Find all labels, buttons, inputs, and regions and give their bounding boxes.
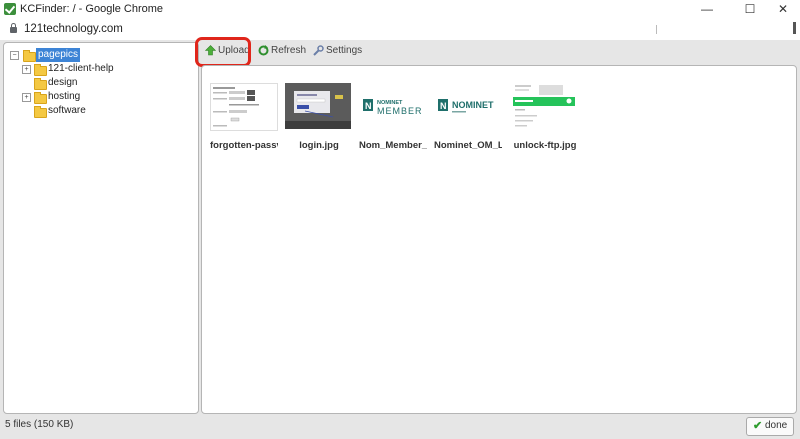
nominet-logo: N NOMINET — [438, 99, 494, 113]
dark-screenshot-thumb — [285, 83, 351, 129]
window-title: KCFinder: / - Google Chrome — [20, 3, 164, 15]
refresh-button[interactable]: Refresh — [258, 42, 306, 60]
close-button[interactable]: ✕ — [766, 0, 800, 19]
maximize-button[interactable]: ☐ — [733, 0, 767, 19]
folder-icon — [34, 92, 47, 104]
folder-icon — [34, 106, 47, 118]
tree-item-label[interactable]: hosting — [48, 90, 80, 104]
nominet-n-glyph: N — [440, 101, 447, 111]
nominet-member-logo: N NOMINET MEMBER — [363, 99, 423, 116]
nominet-word: NOMINET — [452, 100, 494, 110]
file-name[interactable]: unlock-ftp.jpg — [511, 140, 579, 151]
folder-icon — [34, 64, 47, 76]
file-thumbnail[interactable]: N NOMINET — [434, 83, 500, 129]
member-word: MEMBER — [377, 106, 423, 116]
tree-item-label[interactable]: 121-client-help — [48, 62, 114, 76]
file-name[interactable]: Nominet_OM_L — [434, 140, 502, 151]
checkmark-icon: ✔ — [753, 420, 763, 432]
folder-icon — [34, 78, 47, 90]
nominet-n-glyph: N — [365, 101, 372, 111]
file-thumbnail[interactable] — [511, 83, 577, 129]
tree-item-pagepics[interactable]: − pagepics — [8, 48, 128, 62]
file-count-status: 5 files (150 KB) — [5, 419, 74, 430]
done-button[interactable]: ✔ done — [746, 417, 794, 436]
lock-icon — [10, 23, 17, 33]
settings-button[interactable]: Settings — [313, 42, 363, 60]
settings-label: Settings — [326, 45, 363, 56]
kcfinder-app-icon — [4, 3, 16, 15]
files-panel: forgotten-passv login.jpg N NOMINET MEMB… — [201, 65, 797, 414]
minimize-button[interactable]: — — [690, 0, 724, 19]
file-name[interactable]: forgotten-passv — [210, 140, 278, 151]
file-thumbnail[interactable]: N NOMINET MEMBER — [359, 83, 425, 129]
address-bar-divider — [656, 25, 657, 34]
file-name[interactable]: login.jpg — [285, 140, 353, 151]
url-text[interactable]: 121technology.com — [24, 23, 123, 35]
tree-item-121-client-help[interactable]: + 121-client-help — [20, 62, 190, 76]
toolbar: Upload Refresh Settings — [201, 42, 797, 62]
tree-item-hosting[interactable]: + hosting — [20, 90, 190, 104]
address-bar[interactable]: 121technology.com — [0, 19, 800, 41]
status-bar: 5 files (150 KB) ✔ done — [0, 413, 800, 439]
scroll-indicator — [793, 22, 796, 34]
refresh-icon — [258, 45, 269, 56]
upload-highlight-ring — [195, 37, 251, 67]
expand-icon[interactable]: + — [22, 93, 31, 102]
refresh-label: Refresh — [271, 45, 307, 56]
window-titlebar: KCFinder: / - Google Chrome — ☐ ✕ — [0, 0, 800, 19]
tree-item-label[interactable]: pagepics — [36, 48, 81, 62]
folder-open-icon — [23, 50, 36, 62]
tree-item-label[interactable]: software — [48, 104, 86, 118]
tree-item-design[interactable]: design — [20, 76, 190, 90]
expand-icon[interactable]: + — [22, 65, 31, 74]
wrench-icon — [313, 45, 324, 56]
collapse-icon[interactable]: − — [10, 51, 19, 60]
file-thumbnail[interactable] — [285, 83, 351, 129]
folder-tree: − pagepics + 121-client-help design + ho… — [3, 42, 199, 414]
form-screenshot-thumb — [213, 87, 259, 127]
file-thumbnail[interactable] — [210, 83, 278, 131]
done-label: done — [765, 420, 788, 431]
file-name[interactable]: Nom_Member_ — [359, 140, 427, 151]
green-banner-screenshot-thumb — [513, 85, 575, 127]
tree-item-software[interactable]: software — [20, 104, 190, 118]
tree-item-label[interactable]: design — [48, 76, 77, 90]
